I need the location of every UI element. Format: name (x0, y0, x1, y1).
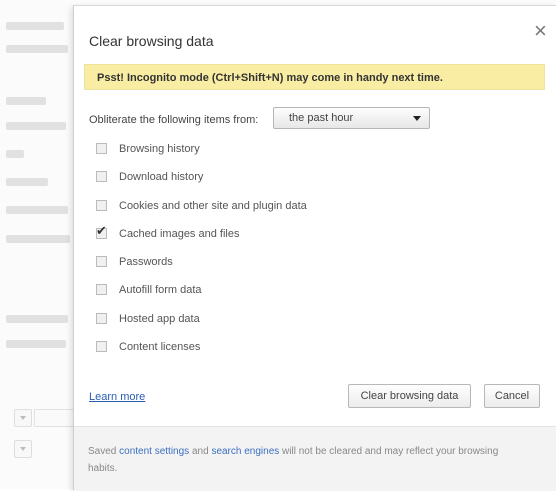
checkbox-label: Download history (119, 171, 204, 183)
checkbox-label: Cached images and files (119, 228, 240, 240)
close-icon[interactable]: × (534, 20, 547, 42)
content-settings-link[interactable]: content settings (119, 446, 189, 457)
search-engines-link[interactable]: search engines (211, 446, 279, 457)
cancel-button[interactable]: Cancel (484, 384, 540, 408)
background-text (6, 150, 24, 158)
clear-browsing-data-button[interactable]: Clear browsing data (348, 384, 471, 408)
background-text (6, 235, 70, 243)
background-text (6, 22, 64, 30)
background-text (6, 97, 46, 105)
background-text (6, 178, 48, 186)
chevron-down-icon (413, 116, 421, 121)
background-text (6, 315, 68, 323)
checkbox-label: Autofill form data (119, 284, 202, 296)
clear-browsing-data-dialog: Clear browsing data × Psst! Incognito mo… (73, 5, 556, 491)
checkbox-label: Browsing history (119, 143, 200, 155)
checkbox-box[interactable] (96, 284, 107, 295)
background-text (6, 122, 66, 130)
checkbox-label: Cookies and other site and plugin data (119, 200, 307, 212)
checkbox-box[interactable] (96, 200, 107, 211)
incognito-tip-banner: Psst! Incognito mode (Ctrl+Shift+N) may … (84, 64, 545, 90)
checkbox-box[interactable] (96, 171, 107, 182)
background-dropdown-button (14, 440, 32, 458)
dialog-footer: Saved content settings and search engine… (74, 426, 556, 491)
checkbox-box[interactable] (96, 143, 107, 154)
background-text (6, 45, 68, 53)
checkbox-box[interactable] (96, 256, 107, 267)
background-dropdown-button (14, 409, 32, 427)
background-text (6, 206, 68, 214)
learn-more-link[interactable]: Learn more (89, 391, 145, 403)
time-range-select[interactable]: the past hour (273, 107, 430, 129)
background-text (6, 340, 66, 348)
checkbox-label: Content licenses (119, 341, 201, 353)
footer-text: Saved (88, 446, 120, 457)
checkbox-label: Hosted app data (119, 313, 200, 325)
obliterate-label: Obliterate the following items from: (89, 114, 259, 126)
checkbox-box[interactable] (96, 341, 107, 352)
checkmark-icon: ✔ (96, 223, 107, 238)
time-range-selected-value: the past hour (289, 112, 354, 124)
checkbox-box[interactable] (96, 313, 107, 324)
checkbox-label: Passwords (119, 256, 173, 268)
footer-note: Saved content settings and search engine… (88, 443, 528, 477)
footer-text: and (189, 446, 212, 457)
dialog-title: Clear browsing data (89, 33, 214, 49)
checkbox-box[interactable]: ✔ (96, 224, 107, 239)
